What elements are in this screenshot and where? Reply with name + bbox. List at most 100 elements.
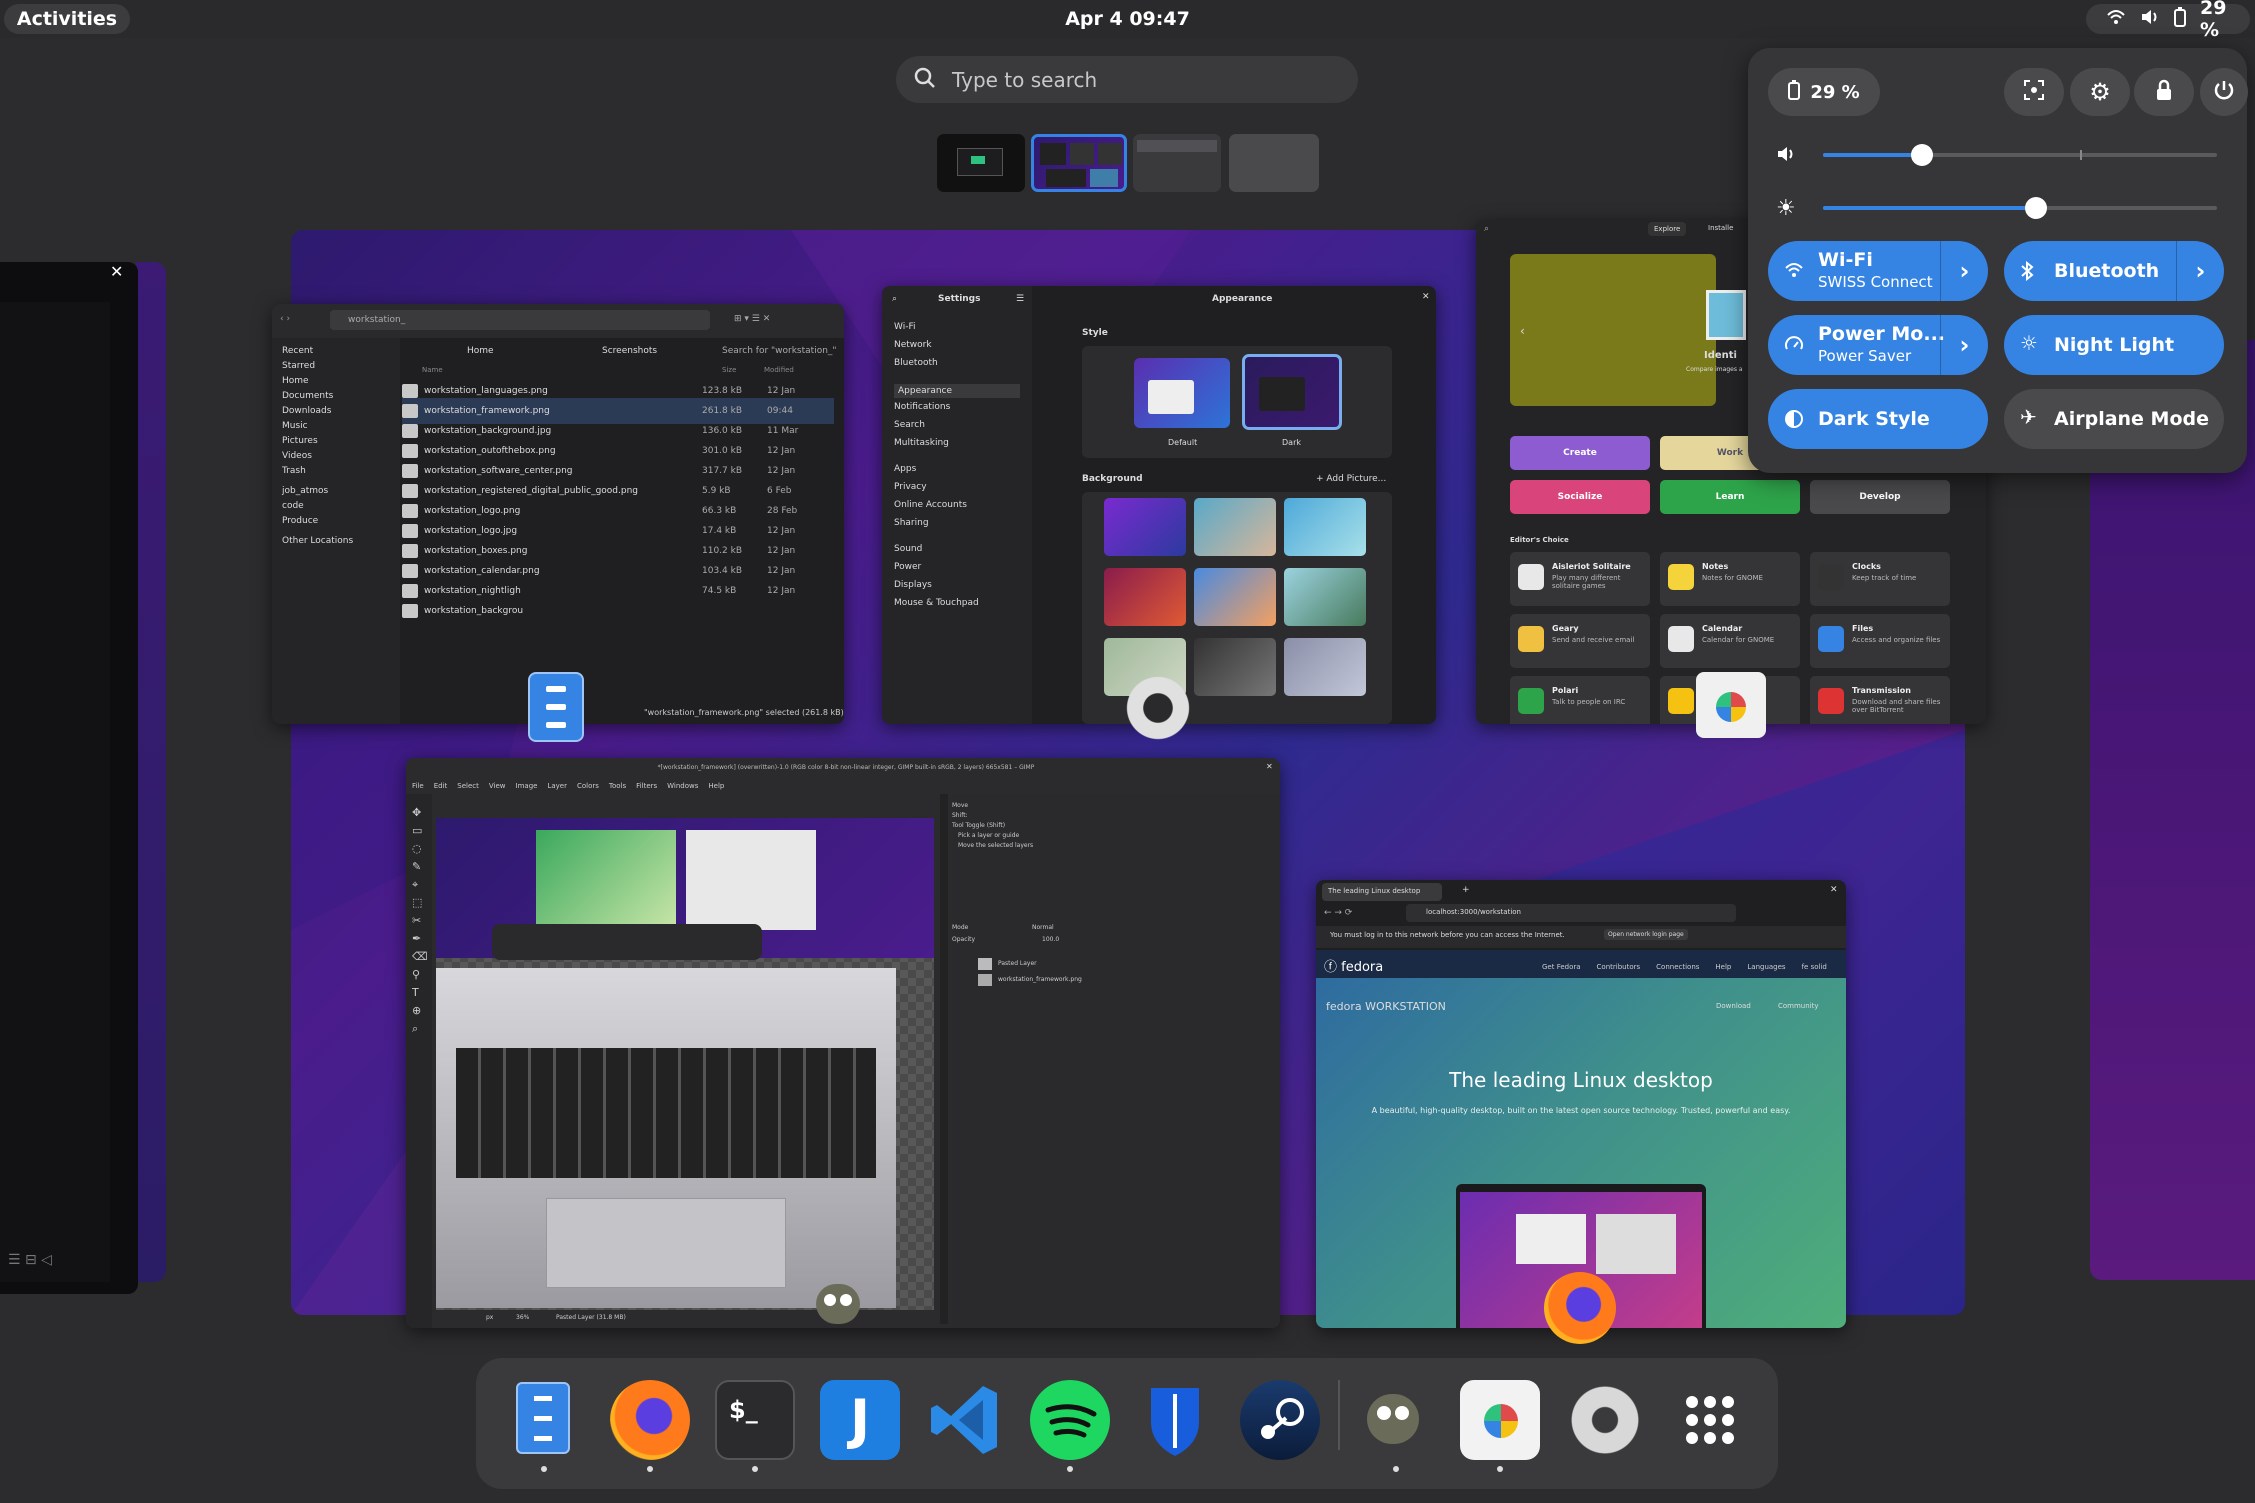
firefox-window[interactable]: The leading Linux desktop + ✕ ← → ⟳ loca…	[1316, 880, 1846, 1328]
settings-button[interactable]: ⚙	[2070, 68, 2130, 116]
wallpaper-5[interactable]	[1194, 568, 1276, 626]
close-icon[interactable]: ✕	[110, 262, 123, 281]
sidebar-item-downloads[interactable]: Downloads	[282, 406, 331, 416]
sidebar-item-job-atmos[interactable]: job_atmos	[282, 486, 328, 496]
app-card[interactable]: Transmission Download and share files ove…	[1810, 676, 1950, 724]
settings-item-apps[interactable]: Apps	[894, 464, 916, 474]
next-workspace-edge[interactable]	[2090, 340, 2255, 1280]
settings-item-mouse-touchpad[interactable]: Mouse & Touchpad	[894, 598, 979, 608]
fedora-nav-link[interactable]: fe solid	[1802, 963, 1827, 971]
settings-item-privacy[interactable]: Privacy	[894, 482, 927, 492]
lock-button[interactable]	[2134, 68, 2194, 116]
previous-workspace-window[interactable]: ✕ ☰ ⊟ ◁	[0, 262, 138, 1294]
gimp-menu-colors[interactable]: Colors	[577, 782, 599, 790]
settings-item-sharing[interactable]: Sharing	[894, 518, 929, 528]
gimp-menu-view[interactable]: View	[489, 782, 506, 790]
dark-style-toggle[interactable]: Dark Style	[1768, 389, 1988, 449]
settings-item-appearance[interactable]: Appearance	[894, 384, 1020, 398]
dock-settings[interactable]	[1565, 1380, 1645, 1460]
dock-spotify[interactable]	[1030, 1380, 1110, 1460]
close-icon[interactable]: ✕	[1830, 885, 1838, 895]
dock-vscode[interactable]	[925, 1380, 1005, 1460]
col-modified[interactable]: Modified	[764, 366, 794, 374]
software-search-icon[interactable]: ⌕	[1484, 224, 1489, 234]
app-card[interactable]: Polari Talk to people on IRC	[1510, 676, 1650, 724]
dock-files[interactable]	[504, 1380, 584, 1460]
workspace-thumb-1[interactable]	[937, 134, 1025, 192]
search-entry[interactable]: Type to search	[896, 56, 1358, 103]
wallpaper-1[interactable]	[1104, 498, 1186, 556]
settings-item-wi-fi[interactable]: Wi-Fi	[894, 322, 915, 332]
close-icon[interactable]: ✕	[1422, 292, 1430, 302]
gimp-canvas[interactable]	[436, 818, 934, 1310]
fedora-nav-link[interactable]: Languages	[1747, 963, 1785, 971]
layer-framework[interactable]: workstation_framework.png	[998, 976, 1082, 983]
power-button[interactable]	[2200, 68, 2248, 116]
dock-firefox[interactable]	[610, 1380, 690, 1460]
gimp-menu-filters[interactable]: Filters	[636, 782, 657, 790]
power-mode-toggle[interactable]: Power Mo... Power Saver ›	[1768, 315, 1988, 375]
workspace-thumb-3[interactable]	[1133, 134, 1221, 192]
close-icon[interactable]: ✕	[1266, 762, 1273, 771]
col-name[interactable]: Name	[422, 366, 443, 374]
app-card[interactable]: Notes Notes for GNOME	[1660, 552, 1800, 606]
sidebar-item-code[interactable]: code	[282, 501, 304, 511]
previous-workspace-edge[interactable]	[136, 262, 166, 1282]
files-toolbar-icons[interactable]: ⊞ ▾ ☰ ✕	[734, 314, 770, 324]
wallpaper-9[interactable]	[1284, 638, 1366, 696]
settings-item-multitasking[interactable]: Multitasking	[894, 438, 949, 448]
wallpaper-8[interactable]	[1194, 638, 1276, 696]
settings-item-power[interactable]: Power	[894, 562, 921, 572]
settings-item-notifications[interactable]: Notifications	[894, 402, 950, 412]
browser-tab[interactable]: The leading Linux desktop	[1328, 887, 1420, 895]
tab-search[interactable]: Search for "workstation_"	[722, 346, 837, 356]
hero-community-link[interactable]: Community	[1778, 1002, 1819, 1010]
workspace-thumb-2-active[interactable]	[1031, 134, 1127, 192]
app-card[interactable]: Aisleriot Solitaire Play many different s…	[1510, 552, 1650, 606]
tab-explore[interactable]: Explore	[1648, 222, 1687, 236]
sidebar-item-pictures[interactable]: Pictures	[282, 436, 318, 446]
sidebar-item-videos[interactable]: Videos	[282, 451, 312, 461]
category-develop[interactable]: Develop	[1810, 480, 1950, 514]
hero-download-link[interactable]: Download	[1716, 1002, 1751, 1010]
airplane-mode-toggle[interactable]: ✈ Airplane Mode	[2004, 389, 2224, 449]
dock-joplin[interactable]: J	[820, 1380, 900, 1460]
wallpaper-3[interactable]	[1284, 498, 1366, 556]
workspace-thumb-4[interactable]	[1229, 134, 1319, 192]
category-learn[interactable]: Learn	[1660, 480, 1800, 514]
dock-steam[interactable]	[1240, 1380, 1320, 1460]
settings-search-icon[interactable]: ⌕	[892, 294, 897, 304]
col-size[interactable]: Size	[722, 366, 736, 374]
category-socialize[interactable]: Socialize	[1510, 480, 1650, 514]
style-dark-option[interactable]	[1242, 354, 1342, 430]
fedora-logo[interactable]: ⓕ fedora	[1324, 956, 1383, 975]
clock[interactable]: Apr 4 09:47	[0, 8, 2255, 30]
gimp-menu-file[interactable]: File	[412, 782, 424, 790]
category-create[interactable]: Create	[1510, 436, 1650, 470]
sidebar-item-trash[interactable]: Trash	[282, 466, 306, 476]
tab-home[interactable]: Home	[467, 346, 494, 356]
settings-item-search[interactable]: Search	[894, 420, 925, 430]
gimp-menu-edit[interactable]: Edit	[434, 782, 448, 790]
settings-item-bluetooth[interactable]: Bluetooth	[894, 358, 938, 368]
sidebar-item-music[interactable]: Music	[282, 421, 308, 431]
dock-terminal[interactable]: $_	[715, 1380, 795, 1460]
gimp-menu-tools[interactable]: Tools	[609, 782, 626, 790]
gimp-docks[interactable]: Move Shift: Tool Toggle (Shift) Pick a l…	[952, 794, 1280, 1328]
battery-button[interactable]: 29 %	[1768, 68, 1880, 116]
gimp-menu-help[interactable]: Help	[708, 782, 724, 790]
settings-item-network[interactable]: Network	[894, 340, 932, 350]
night-light-toggle[interactable]: ☼ Night Light	[2004, 315, 2224, 375]
settings-item-displays[interactable]: Displays	[894, 580, 932, 590]
fedora-nav-link[interactable]: Contributors	[1597, 963, 1641, 971]
wifi-expand-arrow[interactable]: ›	[1940, 241, 1988, 301]
banner[interactable]: ‹ Identi Compare images a	[1510, 254, 1746, 406]
app-card[interactable]: Geary Send and receive email	[1510, 614, 1650, 668]
app-card[interactable]: Files Access and organize files	[1810, 614, 1950, 668]
brightness-slider-handle[interactable]	[2024, 197, 2047, 219]
new-tab-button[interactable]: +	[1462, 885, 1470, 895]
gimp-menu-select[interactable]: Select	[457, 782, 479, 790]
sidebar-item-other-locations[interactable]: Other Locations	[282, 536, 353, 546]
menu-icon[interactable]: ☰	[1016, 294, 1024, 304]
system-menu-button[interactable]: 29 %	[2086, 0, 2250, 41]
